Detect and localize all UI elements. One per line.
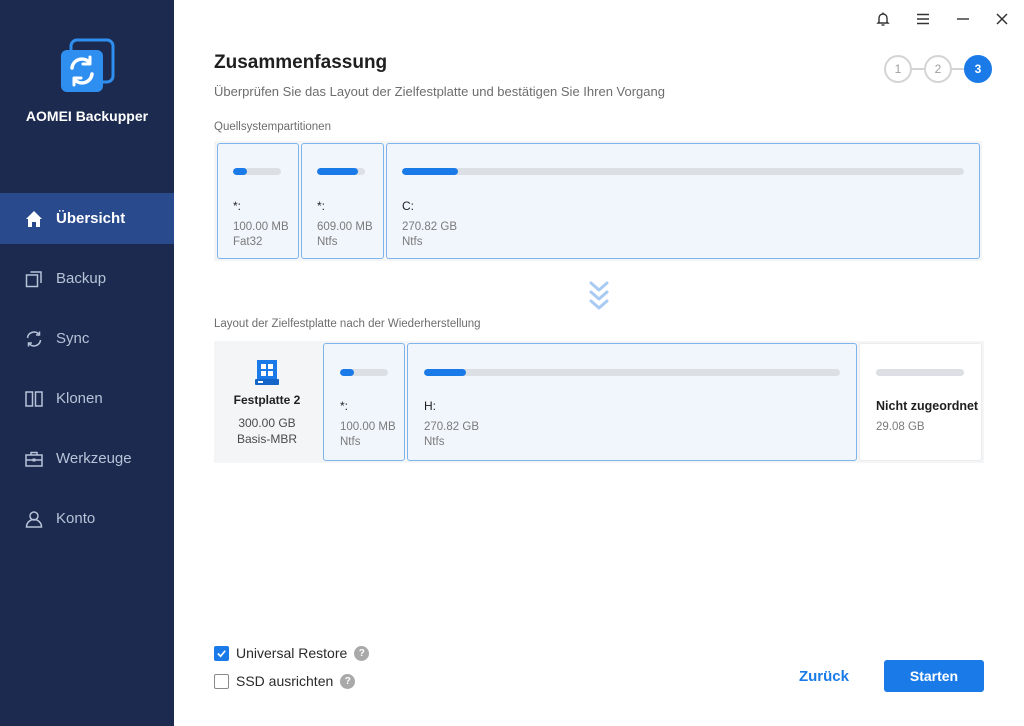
- source-disk-row: *: 100.00 MB Fat32 *: 609.00 MB Ntfs C: …: [214, 141, 982, 261]
- partition-name: *:: [233, 199, 242, 213]
- step-1: 1: [884, 55, 912, 83]
- usage-bar: [876, 369, 964, 376]
- ssd-align-label[interactable]: SSD ausrichten: [236, 673, 333, 689]
- tools-icon: [25, 451, 43, 467]
- partition-size: 270.82 GB: [402, 221, 457, 233]
- back-button[interactable]: Zurück: [790, 660, 858, 692]
- sidebar-item-label: Backup: [56, 270, 107, 287]
- source-partition[interactable]: *: 100.00 MB Fat32: [217, 143, 299, 259]
- sidebar-item-backup[interactable]: Backup: [0, 253, 174, 304]
- app-name: AOMEI Backupper: [25, 108, 149, 124]
- minimize-icon: [957, 18, 969, 20]
- usage-bar: [424, 369, 840, 376]
- partition-filesystem: Ntfs: [424, 436, 445, 448]
- universal-restore-option: Universal Restore ?: [214, 645, 370, 661]
- hamburger-menu-icon: [917, 13, 929, 25]
- usage-bar: [317, 168, 365, 175]
- app-logo-icon: [61, 38, 115, 92]
- start-button[interactable]: Starten: [884, 660, 984, 692]
- step-connector: [912, 68, 924, 70]
- minimize-button[interactable]: [951, 8, 975, 30]
- close-button[interactable]: [990, 8, 1014, 30]
- target-partition[interactable]: *: 100.00 MB Ntfs: [323, 343, 405, 461]
- sidebar-item-label: Konto: [56, 510, 96, 527]
- sidebar-item-sync[interactable]: Sync: [0, 313, 174, 364]
- sidebar-item-account[interactable]: Konto: [0, 493, 174, 544]
- sidebar-item-tools[interactable]: Werkzeuge: [0, 433, 174, 484]
- target-disk-row: Festplatte 2 300.00 GB Basis-MBR *: 100.…: [214, 341, 984, 463]
- double-chevron-down-icon: [589, 281, 609, 310]
- source-partition[interactable]: *: 609.00 MB Ntfs: [301, 143, 384, 259]
- usage-bar-fill: [317, 168, 358, 175]
- partition-name: Nicht zugeordnet: [876, 399, 979, 413]
- unallocated-partition[interactable]: Nicht zugeordnet 29.08 GB: [859, 343, 982, 461]
- usage-bar: [402, 168, 964, 175]
- disk-name: Festplatte 2: [233, 393, 301, 407]
- account-icon: [25, 510, 43, 528]
- sidebar-item-overview[interactable]: Übersicht: [0, 193, 174, 244]
- sidebar-item-label: Klonen: [56, 390, 103, 407]
- bell-icon: [876, 12, 890, 26]
- sidebar-nav: Übersicht Backup Sync Klonen Werkzeuge K…: [0, 193, 174, 553]
- target-section-label: Layout der Zielfestplatte nach der Wiede…: [214, 318, 481, 330]
- partition-size: 270.82 GB: [424, 421, 479, 433]
- usage-bar-fill: [424, 369, 466, 376]
- partition-name: *:: [317, 199, 326, 213]
- partition-filesystem: Ntfs: [317, 236, 338, 248]
- step-indicator: 1 2 3: [884, 55, 996, 83]
- page-subtitle: Überprüfen Sie das Layout der Zielfestpl…: [214, 84, 665, 99]
- partition-size: 100.00 MB: [233, 221, 289, 233]
- usage-bar-fill: [402, 168, 459, 175]
- universal-restore-label[interactable]: Universal Restore: [236, 645, 347, 661]
- step-2: 2: [924, 55, 952, 83]
- close-icon: [996, 13, 1008, 25]
- partition-size: 100.00 MB: [340, 421, 396, 433]
- partition-name: H:: [424, 399, 436, 413]
- sidebar: AOMEI Backupper Übersicht Backup Sync Kl…: [0, 0, 174, 726]
- menu-button[interactable]: [911, 8, 935, 30]
- disk-icon: [255, 360, 279, 385]
- home-icon: [26, 210, 42, 227]
- step-connector: [952, 68, 964, 70]
- partition-name: C:: [402, 199, 414, 213]
- usage-bar-fill: [340, 369, 355, 376]
- partition-size: 609.00 MB: [317, 221, 373, 233]
- page-title: Zusammenfassung: [214, 52, 388, 73]
- universal-restore-checkbox[interactable]: [214, 645, 229, 661]
- usage-bar: [233, 168, 281, 175]
- source-partition[interactable]: C: 270.82 GB Ntfs: [386, 143, 980, 259]
- help-icon[interactable]: ?: [340, 673, 356, 689]
- ssd-align-checkbox[interactable]: [214, 673, 229, 689]
- sync-icon: [26, 330, 42, 347]
- partition-filesystem: Fat32: [233, 236, 263, 248]
- sidebar-item-label: Übersicht: [56, 210, 126, 227]
- backup-icon: [25, 270, 42, 287]
- disk-size: 300.00 GB: [238, 416, 296, 430]
- partition-filesystem: Ntfs: [340, 436, 361, 448]
- notification-button[interactable]: [871, 8, 895, 30]
- target-partition[interactable]: H: 270.82 GB Ntfs: [407, 343, 857, 461]
- partition-size: 29.08 GB: [876, 421, 925, 433]
- sidebar-item-label: Sync: [56, 330, 90, 347]
- usage-bar: [340, 369, 388, 376]
- source-section-label: Quellsystempartitionen: [214, 121, 331, 133]
- partition-name: *:: [340, 399, 349, 413]
- target-disk-info: Festplatte 2 300.00 GB Basis-MBR: [214, 341, 320, 463]
- disk-type: Basis-MBR: [236, 432, 297, 446]
- sidebar-item-label: Werkzeuge: [56, 450, 132, 467]
- checkmark-icon: [217, 649, 226, 657]
- help-icon[interactable]: ?: [354, 645, 370, 661]
- step-3: 3: [964, 55, 992, 83]
- partition-filesystem: Ntfs: [402, 236, 423, 248]
- usage-bar-fill: [233, 168, 248, 175]
- sidebar-item-clone[interactable]: Klonen: [0, 373, 174, 424]
- clone-icon: [25, 390, 43, 407]
- ssd-align-option: SSD ausrichten ?: [214, 673, 356, 689]
